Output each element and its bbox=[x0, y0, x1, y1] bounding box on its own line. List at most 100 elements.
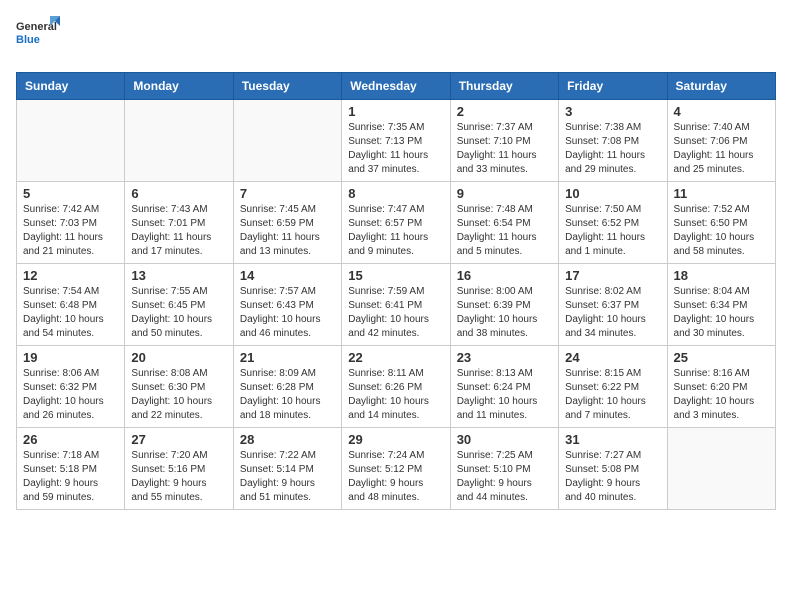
calendar-cell: 19Sunrise: 8:06 AM Sunset: 6:32 PM Dayli… bbox=[17, 346, 125, 428]
calendar-cell: 22 Sunrise: 8:11 AM Sunset: 6:26 PM Dayli… bbox=[342, 346, 450, 428]
calendar-cell: 21 Sunrise: 8:09 AM Sunset: 6:28 PM Dayli… bbox=[233, 346, 341, 428]
svg-text:Blue: Blue bbox=[16, 34, 40, 46]
day-number: 26 bbox=[23, 432, 118, 447]
day-number: 1 bbox=[348, 104, 443, 119]
day-info: Sunrise: 7:20 AM Sunset: 5:16 PM Dayligh… bbox=[131, 449, 226, 505]
logo: General Blue bbox=[16, 16, 60, 60]
calendar-cell: 16 Sunrise: 8:00 AM Sunset: 6:39 PM Dayli… bbox=[450, 264, 558, 346]
day-number: 30 bbox=[457, 432, 552, 447]
calendar-cell: 17Sunrise: 8:02 AM Sunset: 6:37 PM Dayli… bbox=[559, 264, 667, 346]
day-info: Sunrise: 7:24 AM Sunset: 5:12 PM Dayligh… bbox=[348, 449, 443, 505]
weekday-header-saturday: Saturday bbox=[667, 73, 775, 100]
calendar-cell: 8Sunrise: 7:47 AM Sunset: 6:57 PM Daylig… bbox=[342, 182, 450, 264]
day-info: Sunrise: 8:16 AM Sunset: 6:20 PM Dayligh… bbox=[674, 367, 769, 423]
calendar-cell bbox=[667, 428, 775, 510]
day-info: Sunrise: 8:13 AM Sunset: 6:24 PM Dayligh… bbox=[457, 367, 552, 423]
day-number: 23 bbox=[457, 350, 552, 365]
day-info: Sunrise: 7:25 AM Sunset: 5:10 PM Dayligh… bbox=[457, 449, 552, 505]
calendar-cell: 7 Sunrise: 7:45 AM Sunset: 6:59 PM Daylig… bbox=[233, 182, 341, 264]
day-number: 12 bbox=[23, 268, 118, 283]
calendar-cell: 12 Sunrise: 7:54 AM Sunset: 6:48 PM Dayli… bbox=[17, 264, 125, 346]
calendar-cell: 29 Sunrise: 7:24 AM Sunset: 5:12 PM Dayli… bbox=[342, 428, 450, 510]
calendar-cell: 20 Sunrise: 8:08 AM Sunset: 6:30 PM Dayli… bbox=[125, 346, 233, 428]
weekday-header-monday: Monday bbox=[125, 73, 233, 100]
day-info: Sunrise: 8:00 AM Sunset: 6:39 PM Dayligh… bbox=[457, 285, 552, 341]
day-number: 6 bbox=[131, 186, 226, 201]
day-info: Sunrise: 7:40 AM Sunset: 7:06 PM Dayligh… bbox=[674, 121, 769, 177]
calendar-cell: 25 Sunrise: 8:16 AM Sunset: 6:20 PM Dayli… bbox=[667, 346, 775, 428]
day-info: Sunrise: 8:04 AM Sunset: 6:34 PM Dayligh… bbox=[674, 285, 769, 341]
day-number: 20 bbox=[131, 350, 226, 365]
day-info: Sunrise: 7:47 AM Sunset: 6:57 PM Dayligh… bbox=[348, 203, 443, 259]
day-info: Sunrise: 7:50 AM Sunset: 6:52 PM Dayligh… bbox=[565, 203, 660, 259]
day-number: 13 bbox=[131, 268, 226, 283]
day-number: 25 bbox=[674, 350, 769, 365]
day-number: 16 bbox=[457, 268, 552, 283]
day-info: Sunrise: 7:35 AM Sunset: 7:13 PM Dayligh… bbox=[348, 121, 443, 177]
day-info: Sunrise: 8:11 AM Sunset: 6:26 PM Dayligh… bbox=[348, 367, 443, 423]
calendar-cell bbox=[125, 100, 233, 182]
day-number: 29 bbox=[348, 432, 443, 447]
day-info: Sunrise: 7:18 AM Sunset: 5:18 PM Dayligh… bbox=[23, 449, 118, 505]
calendar-cell: 31 Sunrise: 7:27 AM Sunset: 5:08 PM Dayli… bbox=[559, 428, 667, 510]
day-info: Sunrise: 7:37 AM Sunset: 7:10 PM Dayligh… bbox=[457, 121, 552, 177]
logo-svg: General Blue bbox=[16, 16, 60, 60]
calendar-cell: 9 Sunrise: 7:48 AM Sunset: 6:54 PM Daylig… bbox=[450, 182, 558, 264]
calendar-cell: 15Sunrise: 7:59 AM Sunset: 6:41 PM Dayli… bbox=[342, 264, 450, 346]
calendar-cell: 1 Sunrise: 7:35 AM Sunset: 7:13 PM Daylig… bbox=[342, 100, 450, 182]
day-number: 14 bbox=[240, 268, 335, 283]
day-number: 9 bbox=[457, 186, 552, 201]
day-info: Sunrise: 7:55 AM Sunset: 6:45 PM Dayligh… bbox=[131, 285, 226, 341]
day-info: Sunrise: 7:42 AM Sunset: 7:03 PM Dayligh… bbox=[23, 203, 118, 259]
calendar-cell: 6 Sunrise: 7:43 AM Sunset: 7:01 PM Daylig… bbox=[125, 182, 233, 264]
weekday-header-thursday: Thursday bbox=[450, 73, 558, 100]
weekday-header-tuesday: Tuesday bbox=[233, 73, 341, 100]
day-number: 22 bbox=[348, 350, 443, 365]
weekday-header-sunday: Sunday bbox=[17, 73, 125, 100]
day-number: 27 bbox=[131, 432, 226, 447]
calendar-cell: 27 Sunrise: 7:20 AM Sunset: 5:16 PM Dayli… bbox=[125, 428, 233, 510]
day-number: 11 bbox=[674, 186, 769, 201]
calendar-cell: 28Sunrise: 7:22 AM Sunset: 5:14 PM Dayli… bbox=[233, 428, 341, 510]
day-number: 10 bbox=[565, 186, 660, 201]
calendar-cell: 2 Sunrise: 7:37 AM Sunset: 7:10 PM Daylig… bbox=[450, 100, 558, 182]
day-info: Sunrise: 7:52 AM Sunset: 6:50 PM Dayligh… bbox=[674, 203, 769, 259]
day-info: Sunrise: 8:15 AM Sunset: 6:22 PM Dayligh… bbox=[565, 367, 660, 423]
day-info: Sunrise: 7:45 AM Sunset: 6:59 PM Dayligh… bbox=[240, 203, 335, 259]
page-header: General Blue bbox=[16, 16, 776, 60]
calendar-cell: 4 Sunrise: 7:40 AM Sunset: 7:06 PM Daylig… bbox=[667, 100, 775, 182]
day-number: 17 bbox=[565, 268, 660, 283]
day-number: 21 bbox=[240, 350, 335, 365]
calendar-cell bbox=[17, 100, 125, 182]
weekday-header-friday: Friday bbox=[559, 73, 667, 100]
calendar-cell bbox=[233, 100, 341, 182]
calendar-cell: 26 Sunrise: 7:18 AM Sunset: 5:18 PM Dayli… bbox=[17, 428, 125, 510]
day-number: 24 bbox=[565, 350, 660, 365]
calendar-cell: 18Sunrise: 8:04 AM Sunset: 6:34 PM Dayli… bbox=[667, 264, 775, 346]
day-info: Sunrise: 7:27 AM Sunset: 5:08 PM Dayligh… bbox=[565, 449, 660, 505]
day-number: 7 bbox=[240, 186, 335, 201]
day-number: 5 bbox=[23, 186, 118, 201]
weekday-header-row: SundayMondayTuesdayWednesdayThursdayFrid… bbox=[17, 73, 776, 100]
day-number: 2 bbox=[457, 104, 552, 119]
calendar-cell: 5 Sunrise: 7:42 AM Sunset: 7:03 PM Daylig… bbox=[17, 182, 125, 264]
day-info: Sunrise: 7:48 AM Sunset: 6:54 PM Dayligh… bbox=[457, 203, 552, 259]
weekday-header-wednesday: Wednesday bbox=[342, 73, 450, 100]
calendar-cell: 11 Sunrise: 7:52 AM Sunset: 6:50 PM Dayli… bbox=[667, 182, 775, 264]
calendar-cell: 10 Sunrise: 7:50 AM Sunset: 6:52 PM Dayli… bbox=[559, 182, 667, 264]
day-number: 4 bbox=[674, 104, 769, 119]
calendar-cell: 23 Sunrise: 8:13 AM Sunset: 6:24 PM Dayli… bbox=[450, 346, 558, 428]
day-info: Sunrise: 7:43 AM Sunset: 7:01 PM Dayligh… bbox=[131, 203, 226, 259]
calendar-week-row: 19Sunrise: 8:06 AM Sunset: 6:32 PM Dayli… bbox=[17, 346, 776, 428]
day-info: Sunrise: 7:22 AM Sunset: 5:14 PM Dayligh… bbox=[240, 449, 335, 505]
day-info: Sunrise: 7:59 AM Sunset: 6:41 PM Dayligh… bbox=[348, 285, 443, 341]
day-info: Sunrise: 8:08 AM Sunset: 6:30 PM Dayligh… bbox=[131, 367, 226, 423]
calendar-cell: 13 Sunrise: 7:55 AM Sunset: 6:45 PM Dayli… bbox=[125, 264, 233, 346]
day-info: Sunrise: 7:54 AM Sunset: 6:48 PM Dayligh… bbox=[23, 285, 118, 341]
day-number: 31 bbox=[565, 432, 660, 447]
calendar-week-row: 1 Sunrise: 7:35 AM Sunset: 7:13 PM Daylig… bbox=[17, 100, 776, 182]
day-info: Sunrise: 8:09 AM Sunset: 6:28 PM Dayligh… bbox=[240, 367, 335, 423]
calendar-cell: 14Sunrise: 7:57 AM Sunset: 6:43 PM Dayli… bbox=[233, 264, 341, 346]
day-number: 3 bbox=[565, 104, 660, 119]
day-number: 19 bbox=[23, 350, 118, 365]
